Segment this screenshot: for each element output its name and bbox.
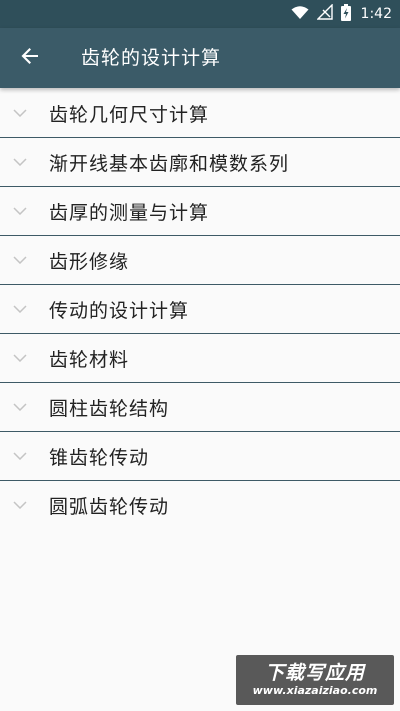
list-item-label: 齿厚的测量与计算 bbox=[49, 201, 210, 224]
page-title: 齿轮的设计计算 bbox=[81, 47, 222, 69]
list-item[interactable]: 圆弧齿轮传动 bbox=[0, 481, 400, 529]
app-bar: 齿轮的设计计算 bbox=[0, 28, 400, 88]
wifi-icon bbox=[291, 5, 309, 24]
list-item[interactable]: 齿轮材料 bbox=[0, 334, 400, 383]
list-item[interactable]: 渐开线基本齿廓和模数系列 bbox=[0, 138, 400, 187]
list-item[interactable]: 齿轮几何尺寸计算 bbox=[0, 89, 400, 138]
chevron-down-icon bbox=[13, 352, 27, 364]
back-button[interactable] bbox=[10, 38, 50, 78]
chevron-down-icon bbox=[13, 156, 27, 168]
chevron-down-icon bbox=[13, 499, 27, 511]
list-item-label: 齿轮材料 bbox=[49, 348, 130, 371]
status-time: 1:42 bbox=[360, 6, 392, 22]
list-item[interactable]: 齿厚的测量与计算 bbox=[0, 187, 400, 236]
chevron-down-icon bbox=[13, 205, 27, 217]
list-item-label: 齿形修缘 bbox=[49, 250, 130, 273]
list-item-label: 齿轮几何尺寸计算 bbox=[49, 103, 210, 126]
arrow-left-icon bbox=[20, 46, 40, 70]
chevron-down-icon bbox=[13, 303, 27, 315]
chapter-list: 齿轮几何尺寸计算 渐开线基本齿廓和模数系列 齿厚的测量与计算 齿形修缘 传动的设… bbox=[0, 89, 400, 529]
chevron-down-icon bbox=[13, 401, 27, 413]
list-item-label: 圆柱齿轮结构 bbox=[49, 397, 170, 420]
chevron-down-icon bbox=[13, 107, 27, 119]
battery-charging-icon bbox=[340, 3, 351, 25]
list-item[interactable]: 传动的设计计算 bbox=[0, 285, 400, 334]
status-icons: 1:42 bbox=[291, 0, 392, 28]
list-item-label: 传动的设计计算 bbox=[49, 299, 190, 322]
chevron-down-icon bbox=[13, 254, 27, 266]
chevron-down-icon bbox=[13, 450, 27, 462]
watermark-url: www.xiazaiziao.com bbox=[252, 684, 378, 697]
list-item-label: 锥齿轮传动 bbox=[49, 446, 150, 469]
watermark: 下载写应用 www.xiazaiziao.com bbox=[236, 655, 394, 705]
status-bar: 1:42 bbox=[0, 0, 400, 28]
watermark-title: 下载写应用 bbox=[264, 662, 365, 684]
no-signal-icon bbox=[315, 3, 333, 24]
list-item[interactable]: 齿形修缘 bbox=[0, 236, 400, 285]
list-item[interactable]: 锥齿轮传动 bbox=[0, 432, 400, 481]
list-item-label: 渐开线基本齿廓和模数系列 bbox=[49, 152, 290, 175]
list-item[interactable]: 圆柱齿轮结构 bbox=[0, 383, 400, 432]
list-item-label: 圆弧齿轮传动 bbox=[49, 495, 170, 518]
